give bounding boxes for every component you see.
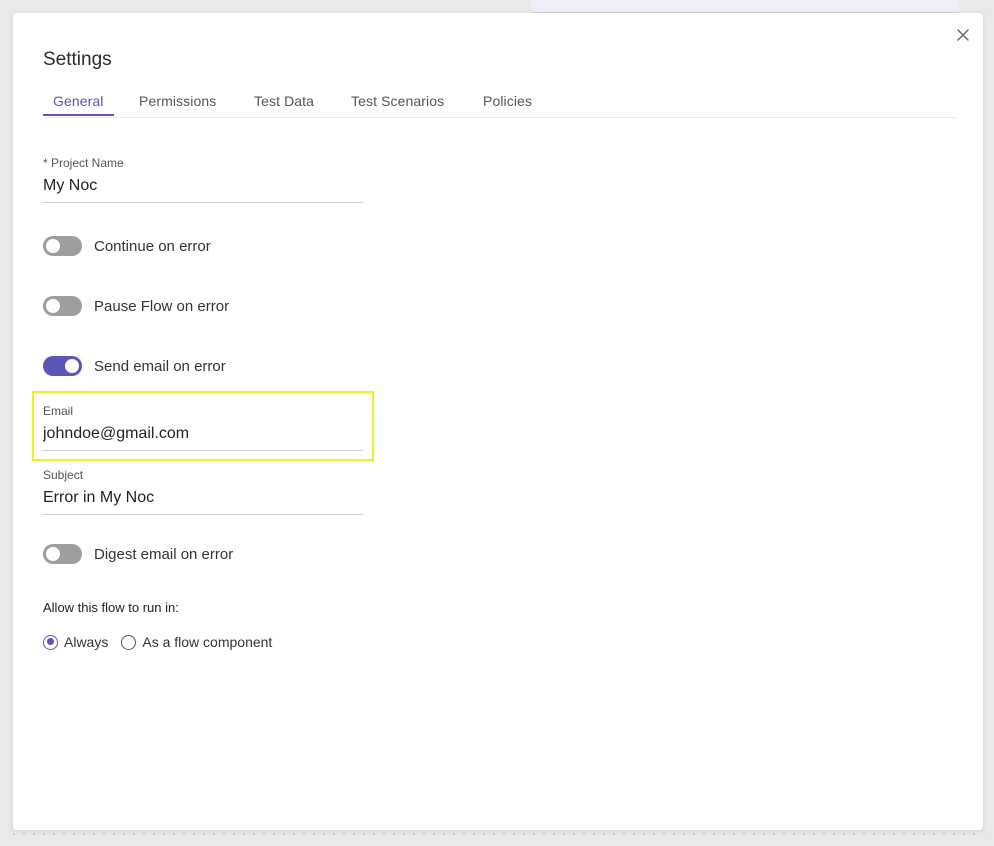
- tab-permissions[interactable]: Permissions: [139, 93, 216, 116]
- send-email-on-error-toggle[interactable]: [43, 356, 82, 376]
- continue-on-error-toggle[interactable]: [43, 236, 82, 256]
- run-in-label: Allow this flow to run in:: [43, 600, 179, 615]
- pause-flow-on-error-toggle[interactable]: [43, 296, 82, 316]
- toggle-knob: [46, 547, 60, 561]
- pause-flow-on-error-row: Pause Flow on error: [43, 295, 229, 317]
- subject-field: Subject: [43, 467, 363, 515]
- subject-label: Subject: [43, 468, 84, 482]
- digest-email-on-error-row: Digest email on error: [43, 543, 233, 565]
- tab-policies[interactable]: Policies: [483, 93, 532, 116]
- background-divider: [13, 833, 983, 835]
- project-name-label: * Project Name: [43, 156, 124, 170]
- tab-bar: General Permissions Test Data Test Scena…: [43, 93, 956, 118]
- toggle-knob: [46, 299, 60, 313]
- close-button[interactable]: [954, 26, 972, 44]
- send-email-on-error-row: Send email on error: [43, 355, 226, 377]
- toggle-knob: [65, 359, 79, 373]
- close-icon: [957, 29, 969, 41]
- toggle-knob: [46, 239, 60, 253]
- continue-on-error-row: Continue on error: [43, 235, 211, 257]
- subject-input[interactable]: [43, 483, 363, 515]
- email-label: Email: [43, 404, 74, 418]
- flow-component-radio[interactable]: [121, 634, 137, 650]
- background-panel: [531, 0, 959, 13]
- run-in-radio-group: Always As a flow component: [43, 632, 272, 652]
- dialog-title: Settings: [43, 49, 112, 70]
- radio-dot: [46, 638, 54, 645]
- email-input[interactable]: [43, 419, 363, 451]
- project-name-field: * Project Name: [43, 155, 363, 203]
- project-name-input[interactable]: [43, 171, 363, 203]
- tab-general[interactable]: General: [43, 93, 114, 116]
- send-email-on-error-label: Send email on error: [94, 357, 226, 375]
- always-radio[interactable]: [43, 634, 58, 650]
- always-radio-label[interactable]: Always: [64, 634, 108, 650]
- continue-on-error-label: Continue on error: [94, 237, 211, 255]
- digest-email-on-error-toggle[interactable]: [43, 544, 82, 564]
- flow-component-radio-label[interactable]: As a flow component: [142, 634, 272, 650]
- digest-email-on-error-label: Digest email on error: [94, 545, 234, 563]
- tab-test-scenarios[interactable]: Test Scenarios: [351, 93, 444, 116]
- email-field: Email: [43, 403, 363, 451]
- pause-flow-on-error-label: Pause Flow on error: [94, 297, 230, 315]
- settings-dialog: Settings General Permissions Test Data T…: [13, 13, 983, 830]
- tab-test-data[interactable]: Test Data: [254, 93, 314, 116]
